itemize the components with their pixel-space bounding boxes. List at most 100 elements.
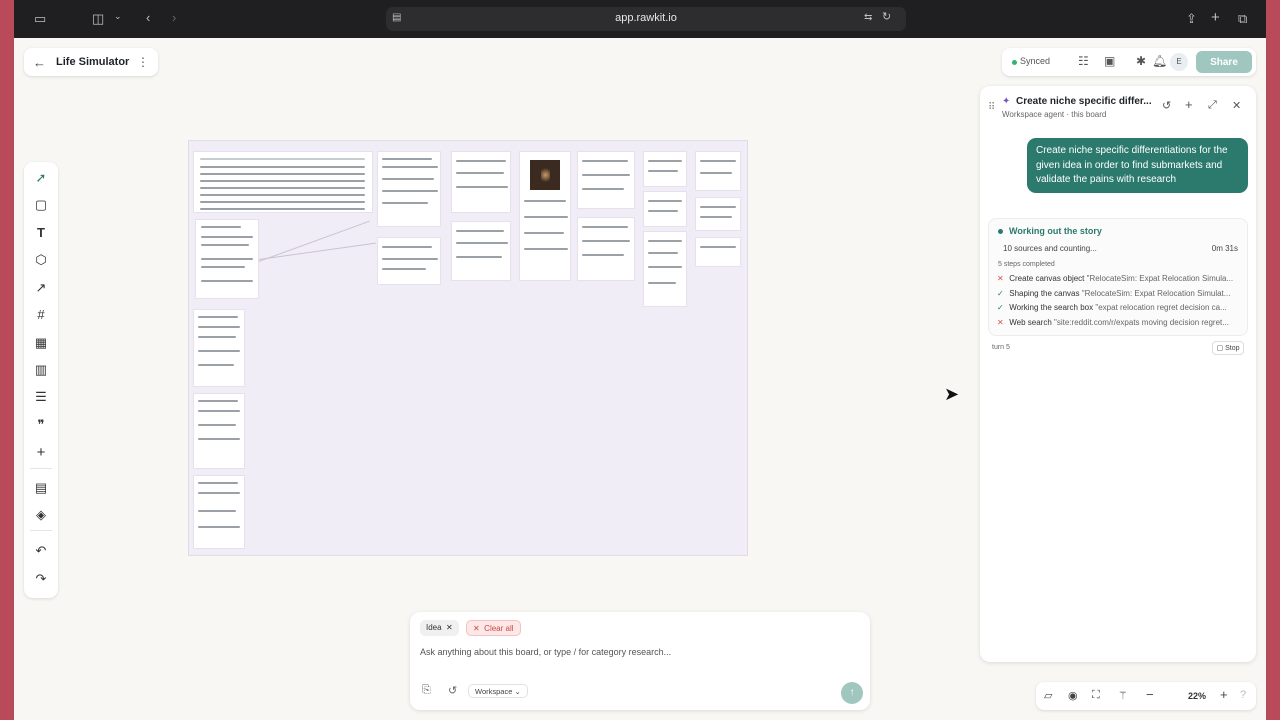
board-card[interactable] — [193, 475, 245, 549]
share-button[interactable]: Share — [1196, 51, 1252, 73]
frame-tool-icon[interactable]: # — [24, 304, 58, 326]
connector-line — [258, 220, 371, 264]
steps-completed: 5 steps completed — [998, 261, 1055, 268]
board-frame[interactable] — [188, 140, 748, 556]
calendar-icon[interactable]: ▣ — [1104, 54, 1115, 68]
board-card[interactable] — [193, 151, 373, 213]
checklist-tool-icon[interactable]: ☰ — [24, 386, 58, 408]
step-detail: "expat relocation regret decision ca... — [1095, 303, 1227, 312]
workspace-selector[interactable]: Workspace ⌄ — [468, 684, 528, 698]
history-icon[interactable]: ↺ — [448, 684, 457, 697]
text-tool-icon[interactable]: T — [24, 222, 58, 244]
close-icon[interactable]: ✕ — [1232, 99, 1241, 112]
board-card[interactable] — [695, 151, 741, 191]
shapes-tool-icon[interactable]: ⬡ — [24, 249, 58, 271]
redo-icon[interactable]: ↷ — [24, 568, 58, 590]
clear-all-chip[interactable]: ✕ Clear all — [466, 620, 521, 636]
templates-tool-icon[interactable]: ▤ — [24, 477, 58, 499]
browser-toolbar: ▭ ◫ ⌄ ‹ › ▤ app.rawkit.io ⇆ ↻ ⇪ + ⧉ — [14, 0, 1266, 38]
check-icon: ✓ — [997, 303, 1004, 312]
board-card[interactable] — [643, 231, 687, 307]
agent-progress-card: Working out the story 10 sources and cou… — [988, 218, 1248, 336]
chart-tool-icon[interactable]: ▥ — [24, 359, 58, 381]
new-chat-icon[interactable]: + — [1185, 97, 1193, 112]
shield-icon[interactable]: ◉ — [1068, 689, 1078, 702]
more-options-icon[interactable]: ⋮ — [137, 55, 149, 69]
prompt-input[interactable] — [420, 644, 850, 660]
board-card[interactable] — [519, 151, 571, 281]
board-card[interactable] — [451, 151, 511, 213]
help-icon[interactable]: ? — [1240, 689, 1246, 701]
sparkle-icon: ✦ — [1002, 96, 1011, 107]
map-icon[interactable]: ▱ — [1044, 689, 1052, 702]
agent-task-subtitle: Workspace agent · this board — [1002, 110, 1107, 119]
step-label: Web search — [1009, 318, 1052, 327]
clear-all-label: Clear all — [484, 624, 514, 633]
check-icon: ✓ — [997, 289, 1004, 298]
history-icon[interactable]: ↺ — [1162, 99, 1171, 112]
canvas-area[interactable]: ← Life Simulator ⋮ ➚ ▢ T ⬡ ↗ # ▦ ▥ ☰ ❞ +… — [14, 38, 1266, 720]
fit-screen-icon[interactable]: ⛶ — [1092, 689, 1100, 702]
magic-wand-icon[interactable]: ⚚ — [1118, 689, 1128, 702]
failed-x-icon: ✕ — [997, 318, 1004, 327]
select-tool-icon[interactable]: ➚ — [24, 167, 58, 189]
step-item: ✓ Working the search box "expat relocati… — [997, 303, 1243, 316]
share-sheet-icon[interactable]: ⇪ — [1186, 12, 1197, 25]
board-card[interactable] — [695, 237, 741, 267]
clear-x-icon: ✕ — [473, 624, 482, 633]
sync-status: Synced — [1020, 56, 1051, 66]
address-bar[interactable]: ▤ app.rawkit.io ⇆ ↻ — [386, 7, 906, 31]
translate-icon[interactable]: ⇆ — [864, 13, 872, 23]
board-card[interactable] — [193, 393, 245, 469]
board-card[interactable] — [643, 191, 687, 227]
idea-chip[interactable]: Idea ✕ — [420, 620, 459, 636]
board-card[interactable] — [377, 237, 441, 285]
mouse-cursor-icon: ➤ — [944, 384, 960, 404]
zoom-out-icon[interactable]: − — [1146, 687, 1154, 702]
expand-icon[interactable]: ⤢ — [1208, 99, 1217, 112]
remove-chip-icon[interactable]: ✕ — [444, 623, 453, 632]
tabs-overview-icon[interactable]: ⧉ — [1238, 12, 1247, 25]
back-nav-icon[interactable]: ‹ — [146, 11, 150, 24]
add-tool-icon[interactable]: + — [24, 442, 58, 464]
board-card[interactable] — [643, 151, 687, 187]
undo-icon[interactable]: ↶ — [24, 540, 58, 562]
board-card[interactable] — [577, 217, 635, 281]
board-card[interactable] — [193, 309, 245, 387]
table-tool-icon[interactable]: ▦ — [24, 332, 58, 354]
drag-handle-icon[interactable]: ⠿ — [988, 102, 995, 113]
agent-task-title: Create niche specific differ... — [1016, 96, 1152, 107]
chevron-down-icon[interactable]: ⌄ — [114, 12, 122, 21]
zoom-in-icon[interactable]: + — [1220, 687, 1228, 702]
bug-icon[interactable]: ✱ — [1136, 54, 1146, 68]
send-arrow-icon[interactable]: ↑ — [841, 682, 863, 704]
sources-count: 10 sources and counting... — [1003, 244, 1097, 253]
board-card[interactable] — [451, 221, 511, 281]
forward-nav-icon[interactable]: › — [172, 11, 176, 24]
board-title-pill: ← Life Simulator ⋮ — [24, 48, 158, 76]
board-card[interactable] — [695, 197, 741, 231]
stop-square-icon: ▢ — [1216, 345, 1224, 352]
sidebar-toggle-icon[interactable]: ◫ — [92, 12, 104, 25]
attach-icon[interactable]: ⎘ — [422, 684, 431, 697]
connector-line — [258, 242, 377, 262]
reload-icon[interactable]: ↻ — [882, 12, 891, 23]
stop-button[interactable]: ▢ Stop — [1212, 341, 1244, 355]
board-card[interactable] — [577, 151, 635, 209]
connector-tool-icon[interactable]: ↗ — [24, 277, 58, 299]
workspace-label: Workspace — [475, 686, 513, 696]
bell-icon[interactable]: 🔔︎ — [1152, 54, 1167, 68]
failed-x-icon: ✕ — [997, 274, 1004, 283]
checklist-icon[interactable]: ☷ — [1078, 54, 1089, 68]
window-icon[interactable]: ▭ — [34, 12, 46, 25]
step-item: ✕ Web search "site:reddit.com/r/expats m… — [997, 318, 1243, 331]
back-arrow-icon[interactable]: ← — [33, 55, 46, 70]
layers-tool-icon[interactable]: ◈ — [24, 504, 58, 526]
avatar[interactable]: E — [1170, 53, 1188, 71]
quote-tool-icon[interactable]: ❞ — [24, 414, 58, 436]
new-tab-icon[interactable]: + — [1211, 10, 1220, 25]
board-card[interactable] — [195, 219, 259, 299]
step-item: ✕ Create canvas object "RelocateSim: Exp… — [997, 274, 1243, 287]
board-card[interactable] — [377, 151, 441, 227]
sticky-note-tool-icon[interactable]: ▢ — [24, 194, 58, 216]
